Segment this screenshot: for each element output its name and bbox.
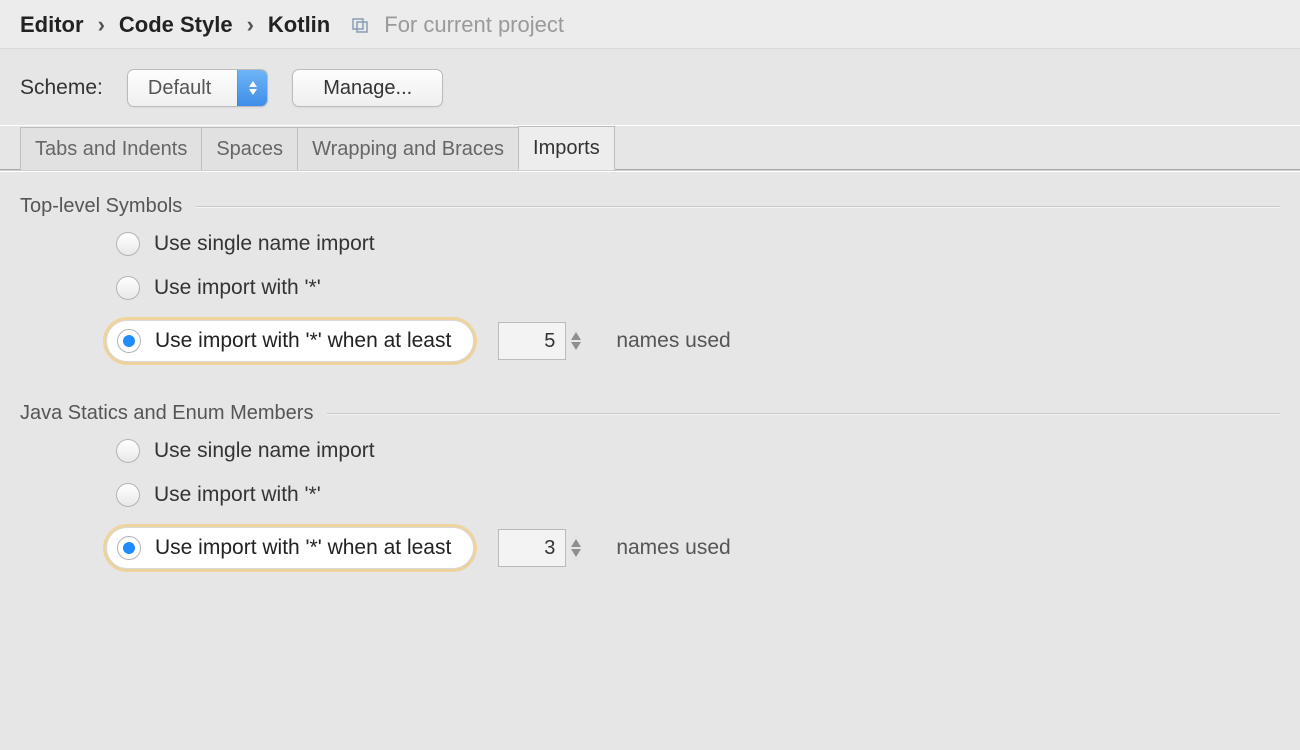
java-count-spinner (498, 529, 588, 567)
top-level-radio-group: Use single name import Use import with '… (20, 232, 1280, 362)
radio-icon (117, 536, 141, 560)
radio-java-star-at-least-row: Use import with '*' when at least names … (116, 527, 1280, 569)
section-divider (196, 206, 1280, 207)
java-count-input[interactable] (498, 529, 566, 567)
imports-panel: Top-level Symbols Use single name import… (0, 170, 1300, 627)
radio-top-single-name[interactable]: Use single name import (116, 232, 1280, 256)
dropdown-arrows-icon (237, 70, 267, 106)
breadcrumb-sep: › (243, 12, 258, 38)
radio-label: Use single name import (154, 439, 375, 463)
radio-label: Use import with '*' when at least (155, 329, 451, 353)
scheme-dropdown-value: Default (128, 70, 237, 106)
breadcrumb-code-style[interactable]: Code Style (119, 12, 233, 38)
project-scope-icon (352, 17, 368, 33)
java-statics-radio-group: Use single name import Use import with '… (20, 439, 1280, 569)
project-scope-label: For current project (384, 12, 564, 38)
breadcrumb-editor[interactable]: Editor (20, 12, 84, 38)
radio-icon (116, 483, 140, 507)
codestyle-tabs: Tabs and Indents Spaces Wrapping and Bra… (0, 125, 1300, 170)
names-used-label: names used (616, 536, 730, 560)
scheme-label: Scheme: (20, 76, 103, 100)
breadcrumb-kotlin[interactable]: Kotlin (268, 12, 330, 38)
radio-label: Use import with '*' (154, 483, 321, 507)
radio-label: Use single name import (154, 232, 375, 256)
radio-icon (116, 276, 140, 300)
radio-java-star[interactable]: Use import with '*' (116, 483, 1280, 507)
radio-java-star-at-least[interactable]: Use import with '*' when at least (106, 527, 474, 569)
radio-top-star[interactable]: Use import with '*' (116, 276, 1280, 300)
tab-tabs-and-indents[interactable]: Tabs and Indents (20, 127, 202, 170)
manage-button-label: Manage... (323, 77, 412, 100)
section-java-statics: Java Statics and Enum Members (20, 402, 1280, 425)
radio-top-star-at-least-row: Use import with '*' when at least names … (116, 320, 1280, 362)
tab-spaces[interactable]: Spaces (201, 127, 298, 170)
radio-label: Use import with '*' when at least (155, 536, 451, 560)
section-java-statics-label: Java Statics and Enum Members (20, 402, 313, 425)
section-top-level-symbols: Top-level Symbols (20, 195, 1280, 218)
radio-java-single-name[interactable]: Use single name import (116, 439, 1280, 463)
breadcrumb-sep: › (94, 12, 109, 38)
radio-icon (116, 439, 140, 463)
top-count-spinner (498, 322, 588, 360)
tab-imports[interactable]: Imports (518, 126, 615, 170)
section-top-level-symbols-label: Top-level Symbols (20, 195, 182, 218)
names-used-label: names used (616, 329, 730, 353)
radio-top-star-at-least[interactable]: Use import with '*' when at least (106, 320, 474, 362)
spinner-arrows-icon[interactable] (570, 322, 588, 360)
settings-breadcrumb-bar: Editor › Code Style › Kotlin For current… (0, 0, 1300, 49)
spinner-arrows-icon[interactable] (570, 529, 588, 567)
top-count-input[interactable] (498, 322, 566, 360)
manage-button[interactable]: Manage... (292, 69, 443, 107)
radio-label: Use import with '*' (154, 276, 321, 300)
section-divider (327, 413, 1280, 414)
scheme-dropdown[interactable]: Default (127, 69, 268, 107)
tab-wrapping-and-braces[interactable]: Wrapping and Braces (297, 127, 519, 170)
scheme-row: Scheme: Default Manage... (0, 49, 1300, 125)
radio-icon (116, 232, 140, 256)
radio-icon (117, 329, 141, 353)
